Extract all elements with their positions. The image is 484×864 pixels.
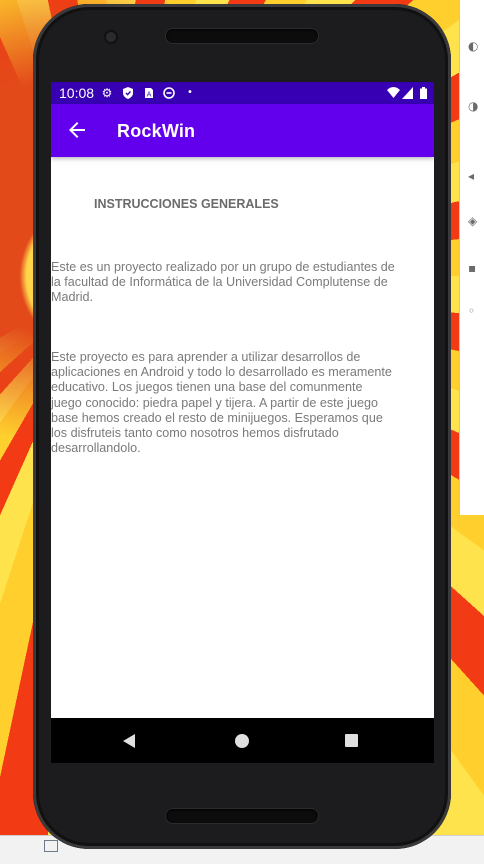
signal-icon	[402, 87, 414, 99]
front-camera	[106, 32, 116, 42]
nav-back-icon[interactable]	[123, 734, 135, 748]
window-icon[interactable]	[44, 840, 58, 852]
instructions-content: INSTRUCCIONES GENERALES Este es un proye…	[51, 157, 434, 718]
navigation-bar	[51, 718, 434, 763]
wifi-icon	[387, 87, 400, 99]
status-time: 10:08	[59, 85, 95, 101]
toolbar-icon[interactable]: ▪	[468, 262, 480, 274]
intro-paragraph: Este es un proyecto realizado por un gru…	[51, 260, 395, 305]
sync-icon	[163, 87, 175, 99]
toolbar-icon[interactable]: ◑	[468, 100, 480, 112]
app-title: RockWin	[117, 121, 196, 141]
arrow-back-icon[interactable]	[65, 118, 89, 142]
gear-icon: ⚙	[101, 86, 113, 100]
toolbar-icon[interactable]: ◂	[468, 170, 480, 182]
instructions-heading: INSTRUCCIONES GENERALES	[94, 197, 279, 211]
nav-recents-icon[interactable]	[345, 734, 358, 747]
shield-icon	[122, 87, 134, 99]
nav-home-icon[interactable]	[235, 734, 249, 748]
svg-text:A: A	[147, 91, 152, 99]
toolbar-icon[interactable]: ◦	[468, 305, 480, 317]
earpiece-speaker	[166, 29, 318, 43]
battery-icon	[417, 87, 429, 99]
phone-screen: 10:08 ⚙ A • RockWin INSTRUCCIONES GENERA…	[51, 82, 434, 763]
ide-side-toolbar: ◐ ◑ ◂ ◈ ▪ ◦	[459, 0, 484, 515]
toolbar-icon[interactable]: ◈	[468, 215, 480, 227]
sim-card-icon: A	[143, 87, 155, 99]
toolbar-icon[interactable]: ◐	[468, 40, 480, 52]
app-bar: RockWin	[51, 104, 434, 157]
status-bar: 10:08 ⚙ A •	[51, 82, 434, 104]
bottom-speaker	[166, 809, 318, 823]
dot-icon: •	[187, 87, 193, 98]
description-paragraph: Este proyecto es para aprender a utiliza…	[51, 350, 392, 456]
